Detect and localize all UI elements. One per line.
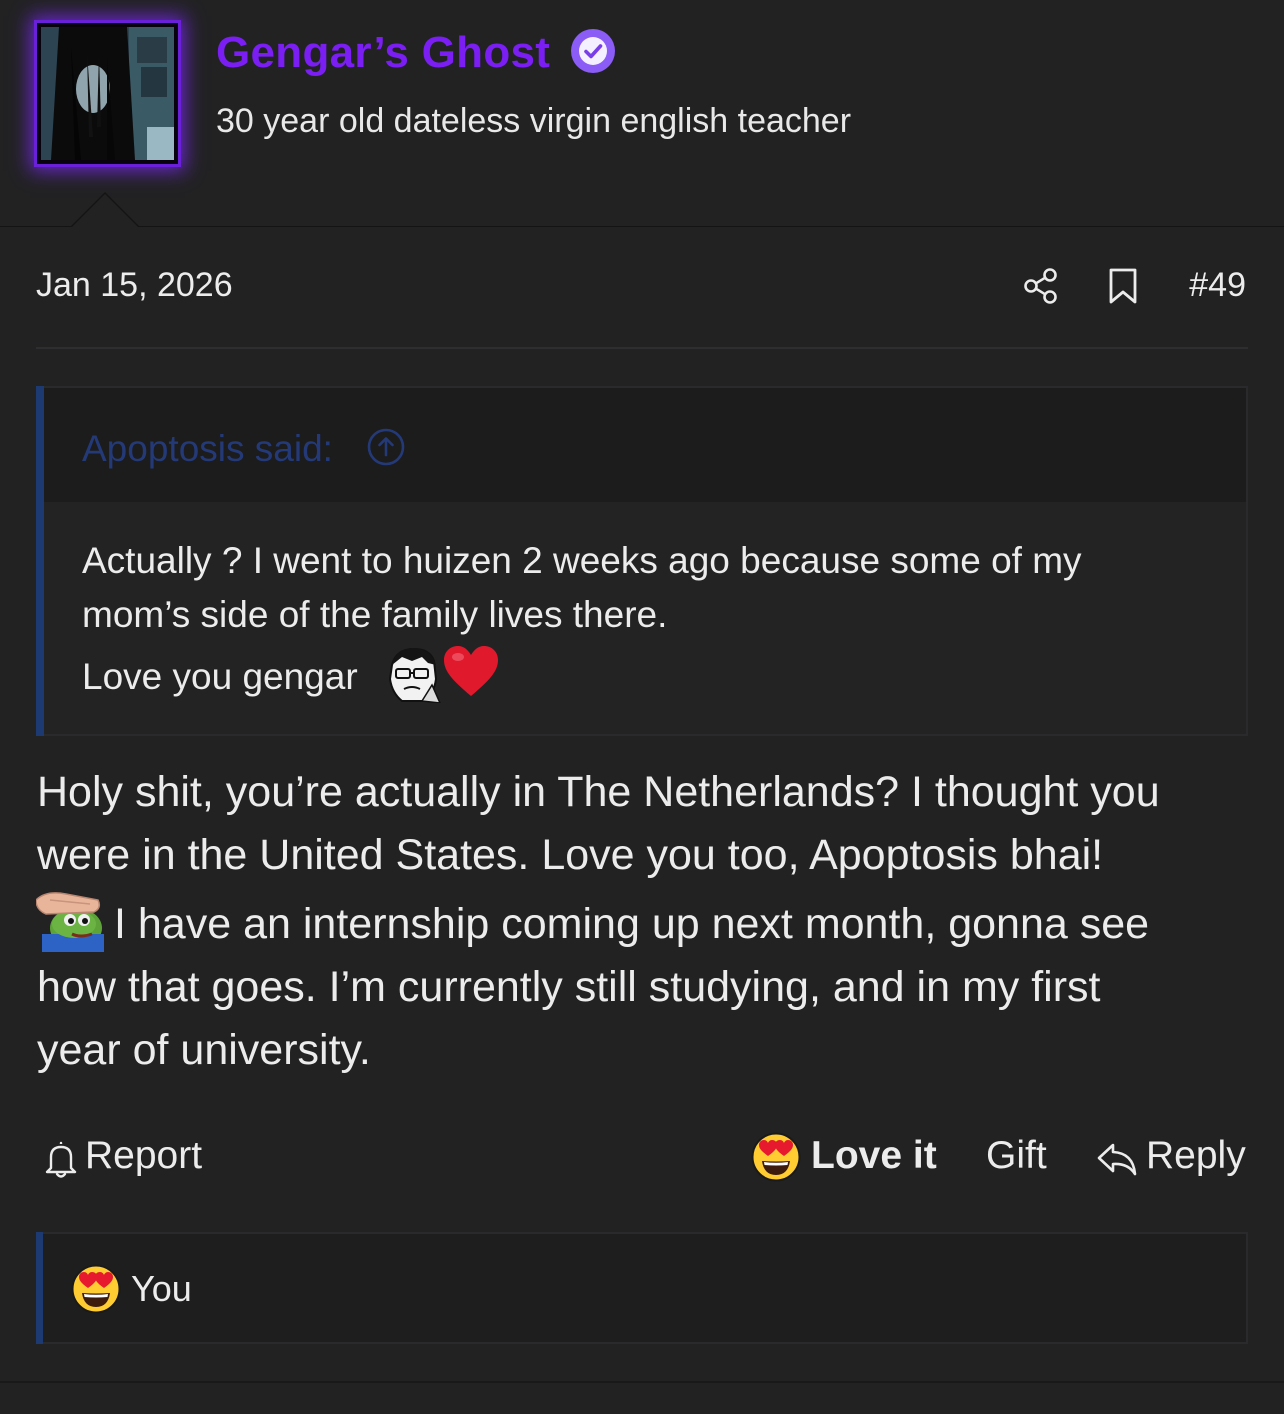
divider: [36, 347, 1248, 349]
quote-text-line: Love you gengar: [82, 656, 358, 697]
post-date[interactable]: Jan 15, 2026: [36, 266, 233, 305]
quote-author[interactable]: Apoptosis said:: [82, 428, 333, 470]
avatar[interactable]: [34, 20, 181, 167]
sticker-guy-icon: [388, 647, 441, 703]
heart-eyes-emoji-icon[interactable]: [751, 1132, 801, 1182]
reaction-users[interactable]: You: [131, 1268, 192, 1310]
avatar-image: [41, 27, 174, 160]
heart-icon: [444, 646, 498, 696]
post-number[interactable]: #49: [1189, 266, 1246, 305]
post-text-line: Holy shit, you’re actually in The Nether…: [37, 768, 1160, 816]
user-title: 30 year old dateless virgin english teac…: [216, 102, 852, 140]
header-pointer-fill: [72, 194, 138, 227]
post-text-line: were in the United States. Love you too,…: [37, 831, 1104, 879]
post-text-line: how that goes. I’m currently still study…: [37, 963, 1101, 1011]
bell-icon[interactable]: [44, 1141, 78, 1179]
arrow-up-circle-icon[interactable]: [366, 427, 406, 467]
reactions-bar[interactable]: [36, 1232, 1248, 1344]
reactions-accent-bar: [36, 1232, 43, 1344]
quote-accent-bar: [36, 386, 44, 736]
username[interactable]: Gengar’s Ghost: [216, 28, 550, 78]
bookmark-icon[interactable]: [1104, 266, 1142, 306]
divider: [0, 1381, 1284, 1383]
quote-text-line: mom’s side of the family lives there.: [82, 594, 668, 635]
post-text-line: I have an internship coming up next mont…: [114, 900, 1150, 948]
report-button[interactable]: Report: [85, 1134, 202, 1178]
quote-text-line: Actually ? I went to huizen 2 weeks ago …: [82, 540, 1082, 581]
share-icon[interactable]: [1022, 266, 1062, 306]
pepe-sticker-icon: [36, 892, 104, 952]
verified-check-icon: [571, 29, 615, 73]
love-it-button[interactable]: Love it: [811, 1134, 937, 1178]
gift-button[interactable]: Gift: [986, 1134, 1047, 1178]
reply-arrow-icon[interactable]: [1096, 1140, 1138, 1178]
heart-eyes-emoji-icon: [71, 1264, 121, 1314]
post-text-line: year of university.: [37, 1026, 371, 1074]
reply-button[interactable]: Reply: [1146, 1134, 1246, 1178]
